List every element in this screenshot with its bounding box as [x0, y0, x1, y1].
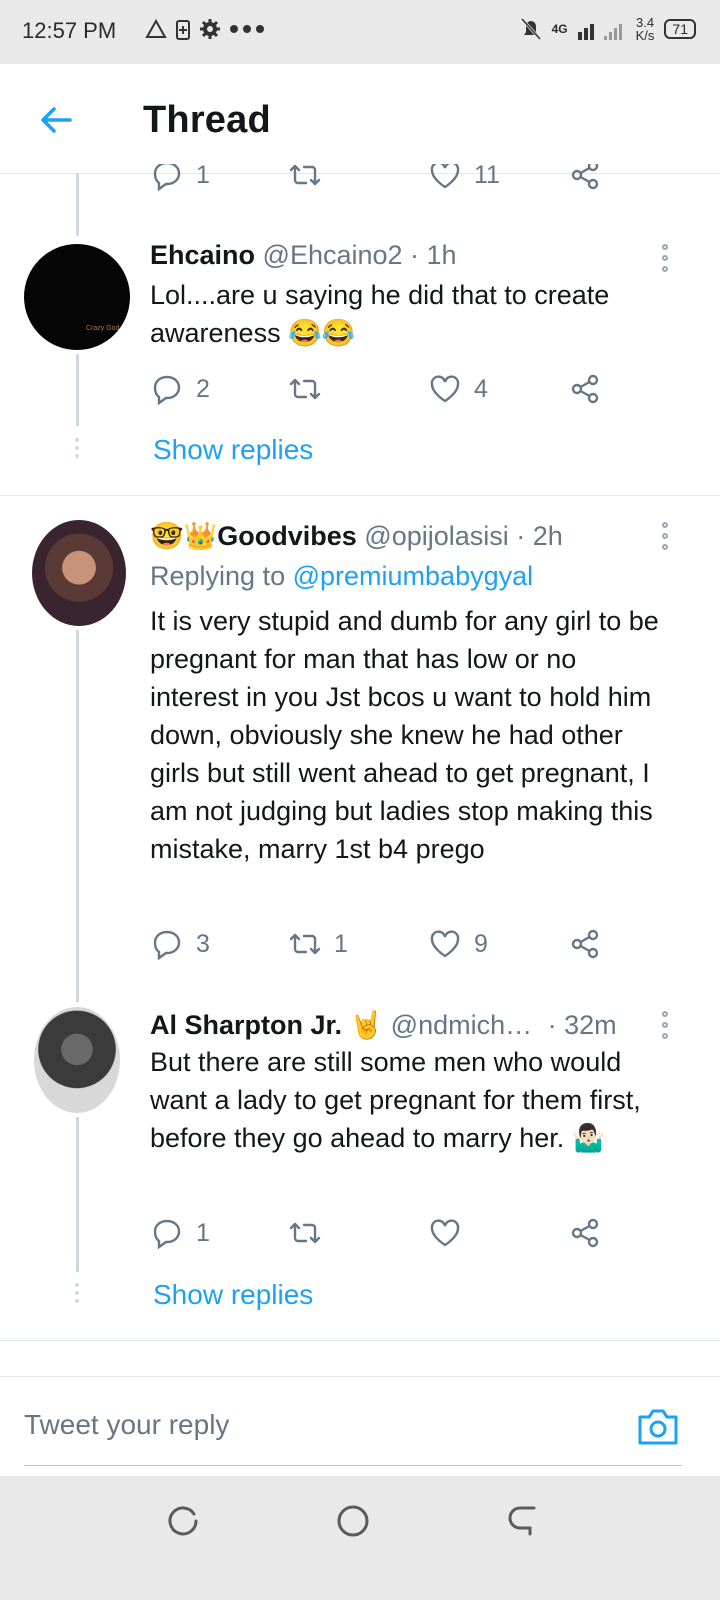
- like-action[interactable]: 4: [428, 372, 488, 406]
- author-handle: @opijolasisi · 2h: [364, 521, 563, 551]
- more-options-icon[interactable]: [662, 1011, 672, 1044]
- like-action[interactable]: 9: [428, 927, 488, 961]
- reply-icon: [153, 1219, 181, 1250]
- heart-icon: [430, 164, 460, 189]
- tweet-author-row[interactable]: Al Sharpton Jr. 🤘 @ndmich… · 32m: [150, 1009, 617, 1041]
- tweet-text: Lol....are u saying he did that to creat…: [150, 280, 610, 348]
- tweet-actions-partial: 1 11: [150, 164, 620, 194]
- share-icon: [571, 164, 599, 190]
- divider: [0, 495, 720, 496]
- signal-icon: [577, 24, 622, 40]
- reply-action[interactable]: 1: [150, 1216, 210, 1250]
- heart-icon: [430, 375, 460, 403]
- thread-more-dots: [74, 438, 80, 462]
- recent-apps-icon[interactable]: [166, 1504, 200, 1538]
- more-options-icon[interactable]: [662, 522, 672, 555]
- mute-bell-icon: [520, 17, 541, 41]
- like-action[interactable]: 11: [428, 164, 500, 192]
- author-name: Al Sharpton Jr. 🤘: [150, 1010, 384, 1040]
- reply-icon: [153, 375, 181, 406]
- network-type: 4G: [551, 22, 568, 36]
- thread-header: Thread: [0, 64, 720, 174]
- battery-indicator: 71: [664, 19, 696, 39]
- reply-action[interactable]: 2: [150, 372, 210, 406]
- share-action[interactable]: [568, 927, 602, 961]
- retweet-action[interactable]: 1: [288, 927, 348, 961]
- retweet-icon: [289, 1222, 321, 1244]
- tweet-actions: 1: [150, 1216, 620, 1252]
- tweet-actions: 2 4: [150, 372, 620, 408]
- thread-more-dots: [74, 1283, 80, 1307]
- share-action[interactable]: [568, 372, 602, 406]
- avatar-ehcaino[interactable]: Crazy God: [24, 244, 130, 350]
- thread-line: [76, 174, 79, 236]
- camera-icon[interactable]: [636, 1407, 680, 1447]
- thread-line: [76, 1117, 79, 1272]
- back-arrow-icon[interactable]: [36, 100, 76, 140]
- like-action[interactable]: [428, 1216, 474, 1250]
- reply-icon: [153, 164, 181, 192]
- author-handle: @ndmich…: [390, 1010, 533, 1040]
- heart-icon: [430, 1219, 460, 1247]
- author-handle: @Ehcaino2 · 1h: [262, 240, 457, 270]
- reply-input[interactable]: Tweet your reply: [24, 1409, 229, 1441]
- heart-icon: [430, 930, 460, 958]
- more-options-icon[interactable]: [662, 244, 672, 277]
- thread-line: [76, 354, 79, 426]
- share-action[interactable]: [568, 164, 602, 192]
- retweet-action[interactable]: [288, 372, 334, 406]
- show-replies-link[interactable]: Show replies: [153, 434, 313, 466]
- retweet-icon: [289, 933, 321, 955]
- tweet-time: · 32m: [547, 1010, 617, 1040]
- avatar-goodvibes[interactable]: [32, 520, 126, 626]
- share-icon: [571, 1218, 599, 1248]
- share-icon: [571, 374, 599, 404]
- home-icon[interactable]: [336, 1504, 370, 1538]
- thread-line: [76, 630, 79, 1002]
- battery-saver-icon: [176, 20, 190, 40]
- reply-icon: [153, 930, 181, 961]
- warning-icon: [145, 19, 167, 38]
- author-name: Ehcaino: [150, 240, 256, 270]
- tweet-text: But there are still some men who would w…: [150, 1047, 641, 1153]
- share-action[interactable]: [568, 1216, 602, 1250]
- replying-to: Replying to @premiumbabygyal: [150, 561, 534, 591]
- reply-composer: Tweet your reply: [0, 1376, 720, 1472]
- retweet-icon: [289, 164, 321, 186]
- replying-to-handle-link[interactable]: @premiumbabygyal: [293, 561, 534, 591]
- reply-input-underline: [24, 1465, 682, 1466]
- network-speed: 3.4 K/s: [635, 15, 655, 43]
- tweet-author-row[interactable]: 🤓👑Goodvibes @opijolasisi · 2h: [150, 520, 563, 552]
- retweet-action[interactable]: [288, 1216, 334, 1250]
- more-notifications-icon: [230, 25, 264, 33]
- status-bar: 12:57 PM 4G 3.4 K/s 71: [0, 0, 720, 64]
- tweet-text: It is very stupid and dumb for any girl …: [150, 606, 659, 864]
- share-icon: [571, 929, 599, 959]
- status-time: 12:57 PM: [22, 18, 117, 43]
- retweet-action[interactable]: [288, 164, 322, 192]
- avatar-al-sharpton[interactable]: [34, 1007, 120, 1113]
- reply-action[interactable]: 1: [150, 164, 210, 192]
- show-replies-link[interactable]: Show replies: [153, 1279, 313, 1311]
- status-system-icons: 4G 3.4 K/s 71: [520, 16, 696, 42]
- page-title: Thread: [143, 99, 271, 141]
- tweet-actions: 3 1 9: [150, 927, 620, 963]
- tweet-author-row[interactable]: Ehcaino @Ehcaino2 · 1h: [150, 240, 457, 271]
- system-nav-bar: [0, 1476, 720, 1600]
- reply-action[interactable]: 3: [150, 927, 210, 961]
- divider: [0, 1340, 720, 1341]
- author-name: 🤓👑Goodvibes: [150, 521, 357, 551]
- back-nav-icon[interactable]: [506, 1504, 540, 1538]
- retweet-icon: [289, 378, 321, 400]
- status-notification-icons: [145, 18, 265, 40]
- settings-gear-icon: [200, 19, 220, 39]
